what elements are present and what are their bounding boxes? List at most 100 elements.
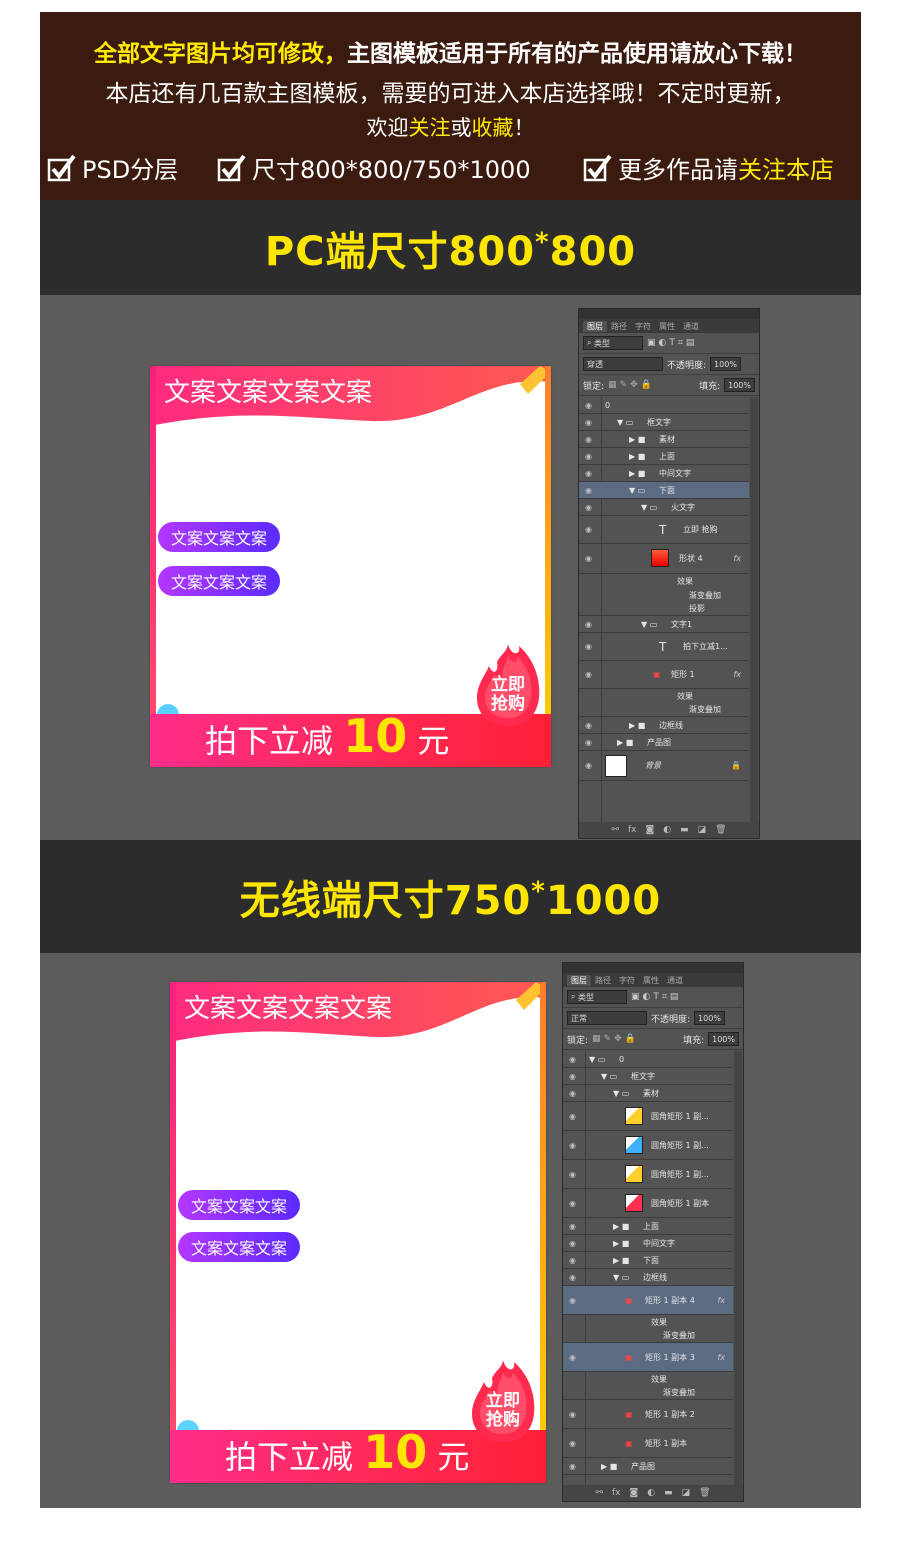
eye-icon[interactable]: ◉ xyxy=(569,1072,579,1081)
adjustment-icon[interactable]: ◐ xyxy=(663,825,671,835)
layer-row-selected[interactable]: ◉ ▣ 矩形 1 副本 4 fx xyxy=(563,1286,733,1315)
layer-row[interactable]: ◉ T 立即 抢购 xyxy=(579,516,749,544)
fx-icon[interactable]: fx xyxy=(733,670,741,679)
layer-row[interactable]: ◉ 形状 4 fx xyxy=(579,544,749,574)
layer-row[interactable]: ◉ ▼ ▭ 文字1 xyxy=(579,616,749,633)
layers-scrollbar[interactable] xyxy=(734,1051,742,1485)
link-icon[interactable]: ⚯ xyxy=(611,825,619,835)
new-group-icon[interactable]: ▬ xyxy=(680,825,689,835)
layer-row[interactable]: ◉ 圆角矩形 1 副... xyxy=(563,1102,733,1131)
layer-row-selected[interactable]: ◉ ▣ 矩形 1 副本 3 fx xyxy=(563,1343,733,1372)
layer-row[interactable]: ◉ 0 xyxy=(579,397,749,414)
layer-row[interactable]: ◉ ▶ ■ 产品图 xyxy=(579,734,749,751)
layer-filter-select[interactable]: ⌕ 类型 xyxy=(583,336,643,350)
fill-field[interactable]: 100% xyxy=(724,378,755,392)
eye-icon[interactable]: ◉ xyxy=(585,761,595,770)
eye-icon[interactable]: ◉ xyxy=(569,1273,579,1282)
trash-icon[interactable]: 🗑 xyxy=(715,825,726,835)
eye-icon[interactable]: ◉ xyxy=(569,1112,579,1121)
layer-row[interactable]: ◉ ▶ ■ 边框线 xyxy=(579,717,749,734)
new-layer-icon[interactable]: ◪ xyxy=(698,825,707,835)
eye-icon[interactable]: ◉ xyxy=(569,1256,579,1265)
eye-icon[interactable]: ◉ xyxy=(585,435,595,444)
layer-row[interactable]: ◉ 背景 🔒 xyxy=(579,751,749,781)
layer-row[interactable]: ◉ ▶ ■ 上面 xyxy=(563,1218,733,1235)
layer-row[interactable]: ◉ 圆角矩形 1 副... xyxy=(563,1131,733,1160)
opacity-field[interactable]: 100% xyxy=(694,1011,725,1025)
layer-row-selected[interactable]: ◉ ▼ ▭ 下面 xyxy=(579,482,749,499)
tab-character[interactable]: 字符 xyxy=(615,975,639,986)
eye-icon[interactable]: ◉ xyxy=(585,738,595,747)
layer-row[interactable]: ◉ ▼ ▭ 边框线 xyxy=(563,1269,733,1286)
tab-layers[interactable]: 图层 xyxy=(583,320,607,332)
mask-icon[interactable]: ◙ xyxy=(645,825,654,835)
eye-icon[interactable]: ◉ xyxy=(569,1141,579,1150)
trash-icon[interactable]: 🗑 xyxy=(699,1488,710,1498)
fx-icon[interactable]: fx xyxy=(717,1296,725,1305)
tab-character[interactable]: 字符 xyxy=(631,321,655,332)
eye-icon[interactable]: ◉ xyxy=(569,1222,579,1231)
fx-menu-icon[interactable]: fx xyxy=(628,825,637,835)
layer-row[interactable]: ◉ ▼ ▭ 0 xyxy=(563,1051,733,1068)
eye-icon[interactable]: ◉ xyxy=(569,1439,579,1448)
eye-icon[interactable]: ◉ xyxy=(569,1170,579,1179)
lock-icons[interactable]: ▦✎✥🔒 xyxy=(592,1034,639,1044)
tab-properties[interactable]: 属性 xyxy=(655,321,679,332)
tab-paths[interactable]: 路径 xyxy=(591,975,615,986)
fill-field[interactable]: 100% xyxy=(708,1032,739,1046)
eye-icon[interactable]: ◉ xyxy=(569,1239,579,1248)
layer-row[interactable]: ◉ ▼ ▭ 框文字 xyxy=(563,1068,733,1085)
tab-properties[interactable]: 属性 xyxy=(639,975,663,986)
new-layer-icon[interactable]: ◪ xyxy=(682,1488,691,1498)
eye-icon[interactable]: ◉ xyxy=(585,452,595,461)
buy-now-badge[interactable]: 立即 抢购 xyxy=(468,1358,538,1444)
tab-channels[interactable]: 通道 xyxy=(663,975,687,986)
layer-row[interactable]: ◉ 圆角矩形 1 副本 xyxy=(563,1189,733,1218)
blend-mode-select[interactable]: 穿透 xyxy=(583,357,663,371)
eye-icon[interactable]: ◉ xyxy=(585,670,595,679)
layer-filter-select[interactable]: ⌕ 类型 xyxy=(567,990,627,1004)
eye-icon[interactable]: ◉ xyxy=(569,1089,579,1098)
eye-icon[interactable]: ◉ xyxy=(569,1296,579,1305)
tab-channels[interactable]: 通道 xyxy=(679,321,703,332)
eye-icon[interactable]: ◉ xyxy=(585,418,595,427)
buy-now-badge[interactable]: 立即 抢购 xyxy=(473,642,543,728)
layer-row[interactable]: ◉ ▶ ■ 产品图 xyxy=(563,1458,733,1475)
layers-scrollbar[interactable] xyxy=(750,397,758,822)
eye-icon[interactable]: ◉ xyxy=(569,1055,579,1064)
layer-row[interactable]: ◉ ▼ ▭ 火文字 xyxy=(579,499,749,516)
fx-menu-icon[interactable]: fx xyxy=(612,1488,621,1498)
layer-row[interactable]: ◉ T 拍下立减1... xyxy=(579,633,749,661)
fx-icon[interactable]: fx xyxy=(733,554,741,563)
layer-row[interactable]: ◉ ▣ 矩形 1 副本 2 xyxy=(563,1400,733,1429)
eye-icon[interactable]: ◉ xyxy=(585,620,595,629)
mask-icon[interactable]: ◙ xyxy=(629,1488,638,1498)
layer-row[interactable]: ◉ ▶ ■ 中间文字 xyxy=(563,1235,733,1252)
eye-icon[interactable]: ◉ xyxy=(585,401,595,410)
layer-row[interactable]: ◉ ▶ ■ 上面 xyxy=(579,448,749,465)
layer-row[interactable]: ◉ ▶ ■ 素材 xyxy=(579,431,749,448)
tab-layers[interactable]: 图层 xyxy=(567,974,591,986)
fx-icon[interactable]: fx xyxy=(717,1353,725,1362)
new-group-icon[interactable]: ▬ xyxy=(664,1488,673,1498)
eye-icon[interactable]: ◉ xyxy=(585,469,595,478)
link-icon[interactable]: ⚯ xyxy=(595,1488,603,1498)
blend-mode-select[interactable]: 正常 xyxy=(567,1011,647,1025)
layer-row[interactable]: ◉ ▣ 矩形 1 副本 xyxy=(563,1429,733,1458)
tab-paths[interactable]: 路径 xyxy=(607,321,631,332)
lock-icons[interactable]: ▦✎✥🔒 xyxy=(608,380,655,390)
eye-icon[interactable]: ◉ xyxy=(569,1353,579,1362)
layer-row[interactable]: ◉ ▼ ▭ 框文字 xyxy=(579,414,749,431)
eye-icon[interactable]: ◉ xyxy=(585,486,595,495)
eye-icon[interactable]: ◉ xyxy=(569,1462,579,1471)
layer-row[interactable]: ◉ 圆角矩形 1 副... xyxy=(563,1160,733,1189)
eye-icon[interactable]: ◉ xyxy=(585,721,595,730)
layer-row[interactable]: ◉ ▣ 矩形 1 fx xyxy=(579,661,749,689)
layer-row[interactable]: ◉ ▶ ■ 中间文字 xyxy=(579,465,749,482)
eye-icon[interactable]: ◉ xyxy=(585,503,595,512)
eye-icon[interactable]: ◉ xyxy=(569,1410,579,1419)
eye-icon[interactable]: ◉ xyxy=(569,1199,579,1208)
follow-shop-link[interactable]: 关注本店 xyxy=(738,150,834,185)
eye-icon[interactable]: ◉ xyxy=(585,554,595,563)
eye-icon[interactable]: ◉ xyxy=(585,642,595,651)
